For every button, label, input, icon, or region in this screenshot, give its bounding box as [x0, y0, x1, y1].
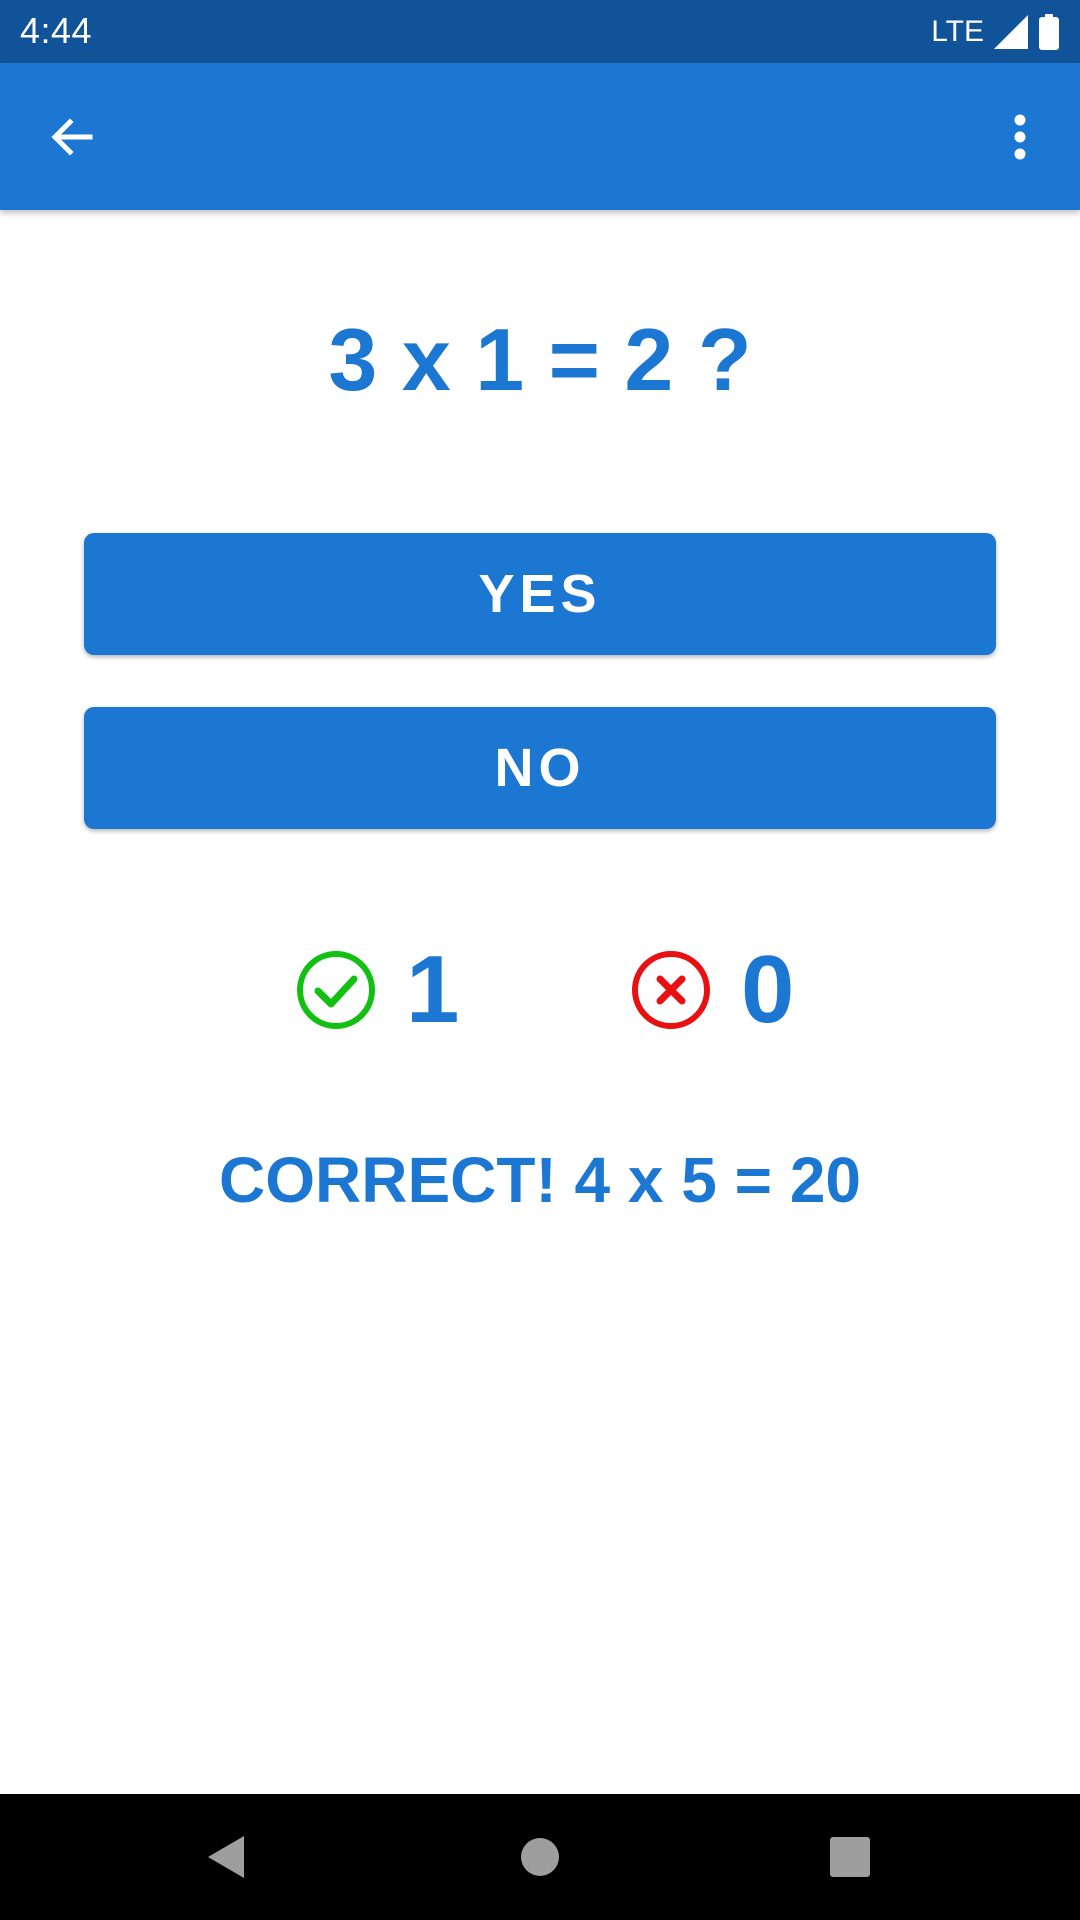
battery-icon [1039, 14, 1059, 50]
circle-home-icon [521, 1838, 559, 1876]
status-icons: LTE [931, 12, 1060, 52]
no-button[interactable]: NO [84, 707, 996, 829]
nav-home-button[interactable] [500, 1817, 580, 1897]
question-text: 3 x 1 = 2 ? [328, 310, 752, 409]
app-bar [0, 63, 1080, 210]
triangle-back-icon [208, 1836, 244, 1878]
arrow-back-icon [51, 118, 93, 156]
feedback-text: CORRECT! 4 x 5 = 20 [219, 1144, 861, 1216]
nav-recents-button[interactable] [810, 1817, 890, 1897]
signal-icon [994, 15, 1028, 49]
system-nav-bar [0, 1794, 1080, 1920]
status-bar: 4:44 LTE [0, 0, 1080, 63]
wrong-score: 0 [631, 940, 794, 1040]
back-button[interactable] [32, 107, 112, 167]
wrong-count: 0 [741, 936, 795, 1043]
nav-back-button[interactable] [186, 1817, 266, 1897]
correct-count: 1 [406, 936, 460, 1043]
network-type-label: LTE [931, 15, 984, 48]
square-recents-icon [830, 1837, 870, 1877]
more-vert-icon [1014, 114, 1026, 160]
yes-button[interactable]: YES [84, 533, 996, 655]
status-time: 4:44 [20, 10, 93, 51]
overflow-menu-button[interactable] [990, 107, 1050, 167]
check-circle-icon [297, 951, 375, 1029]
correct-score: 1 [296, 940, 459, 1040]
cross-circle-icon [632, 951, 710, 1029]
